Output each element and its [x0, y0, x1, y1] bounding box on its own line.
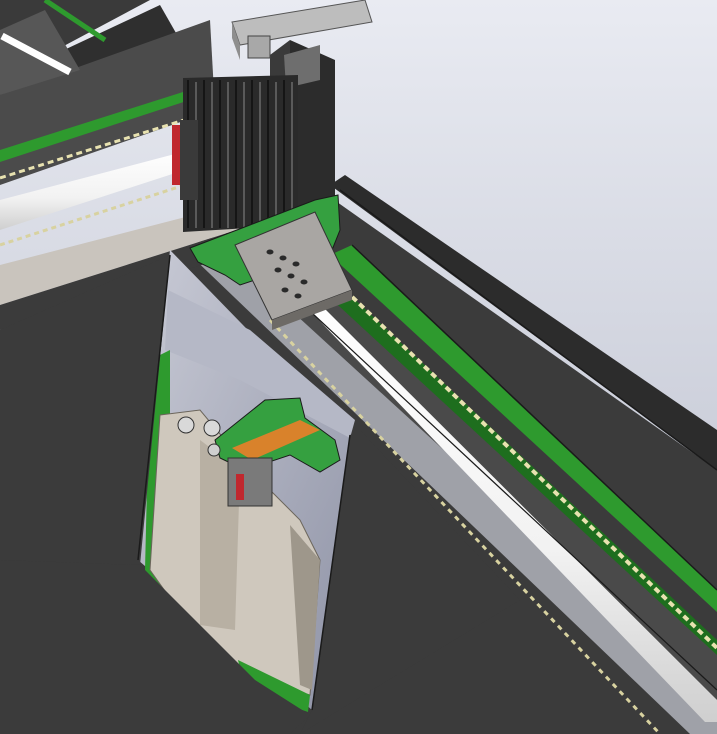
- plate-hole: [300, 279, 308, 285]
- plate-hole: [292, 261, 300, 267]
- bellows: [183, 75, 298, 232]
- inner-bearing-red: [236, 474, 244, 500]
- plate-hole: [274, 267, 282, 273]
- plate-hole: [266, 249, 274, 255]
- cad-render: [0, 0, 717, 734]
- bellows-body: [183, 75, 298, 232]
- inner-bolt-c: [207, 443, 221, 457]
- inner-bolt-b: [203, 419, 221, 437]
- plate-hole: [281, 287, 289, 293]
- cad-viewport: [0, 0, 717, 734]
- plate-hole: [279, 255, 287, 261]
- red-accent-cap: [180, 120, 198, 200]
- inner-bearing: [227, 457, 273, 507]
- inner-bolt-a: [177, 416, 195, 434]
- plate-hole: [294, 293, 302, 299]
- top-bracket-mount: [247, 35, 271, 59]
- plate-hole: [287, 273, 295, 279]
